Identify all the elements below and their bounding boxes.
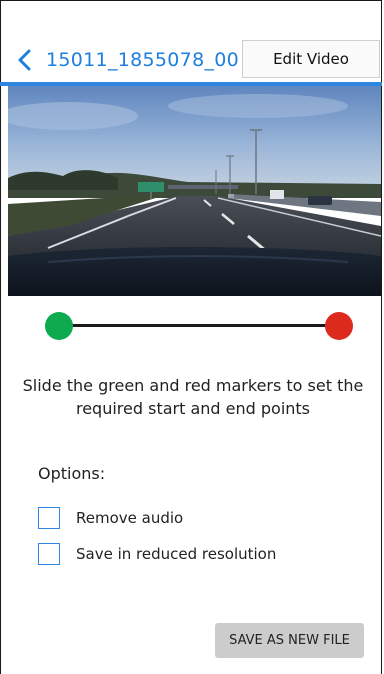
video-frame [8,86,381,296]
end-marker[interactable] [325,312,353,340]
slider-track [58,324,338,327]
chevron-left-icon [18,49,31,71]
trim-slider[interactable] [44,310,354,340]
header: 15011_1855078_00 Edit Video [0,0,382,84]
remove-audio-option[interactable]: Remove audio [38,505,183,531]
edit-video-button[interactable]: Edit Video [242,40,380,78]
video-preview[interactable] [8,86,381,296]
remove-audio-label: Remove audio [76,509,184,527]
remove-audio-checkbox[interactable] [38,507,60,529]
start-marker[interactable] [45,312,73,340]
file-title: 15011_1855078_00 [46,49,240,71]
reduced-resolution-option[interactable]: Save in reduced resolution [38,541,276,567]
reduced-resolution-label: Save in reduced resolution [76,545,277,563]
back-button[interactable] [16,46,32,74]
instructions-text: Slide the green and red markers to set t… [22,376,364,418]
reduced-resolution-checkbox[interactable] [38,543,60,565]
options-label: Options: [38,464,106,483]
save-as-new-file-button[interactable]: SAVE AS NEW FILE [215,623,364,658]
